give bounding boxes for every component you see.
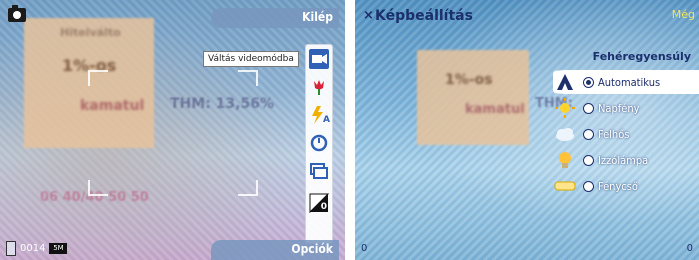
tooltip-switch-video: Váltás videomódba [203,51,299,67]
camera-toolbar: A 0 [305,44,333,244]
bg-text-4: THM: 13,56% [170,96,274,112]
blurred-card: 1%-os kamatul [417,50,529,145]
exit-softkey[interactable]: Kilép [302,10,333,24]
exposure-icon[interactable]: 0 [309,193,330,214]
option-label: Felhős [598,127,630,141]
focus-frame-corner [238,70,258,86]
memory-size-icon: 5M [49,243,68,254]
option-incandescent[interactable]: Izzólámpa [553,148,699,172]
exposure-badge: 0 [320,202,327,212]
cloud-icon [553,123,577,145]
self-timer-icon[interactable] [309,133,329,153]
option-automatic[interactable]: Automatikus [553,70,699,94]
radio-automatic[interactable] [583,76,594,88]
radio-fluorescent[interactable] [583,180,594,192]
options-softkey-bar[interactable]: Opciók [211,240,339,260]
option-label: Fénycső [598,179,638,193]
option-label: Izzólámpa [598,153,649,167]
white-balance-header: Fehéregyensúly [592,50,691,63]
focus-frame-corner [88,180,108,196]
exit-softkey-bar[interactable]: Kilép [211,8,339,28]
bg-text-3: kamatul [80,98,145,114]
status-bar: 0014 5M [6,241,68,256]
auto-wb-icon [553,71,577,93]
option-cloudy[interactable]: Felhős [553,122,699,146]
photo-counter: 0014 [20,243,46,254]
bg-text-1: Hitelválto [60,26,121,39]
corner-indicator-left: 0 [361,243,368,254]
option-label: Automatikus [598,75,661,89]
image-settings-screen: 1%-os kamatul THM: × Képbeállítás Még Fe… [355,0,699,260]
radio-cloudy[interactable] [583,128,594,140]
video-mode-icon[interactable] [309,49,329,69]
scene-tulip-icon[interactable] [309,77,329,97]
options-softkey[interactable]: Opciók [291,242,333,256]
bg-text-2: kamatul [465,102,525,117]
option-label: Napfény [598,101,640,115]
fluorescent-icon [553,175,577,197]
focus-frame-corner [88,70,108,86]
page-title: Képbeállítás [375,8,473,24]
radio-incandescent[interactable] [583,154,594,166]
radio-sunlight[interactable] [583,102,594,114]
camera-icon [8,5,26,22]
bg-text-1: 1%-os [445,72,493,88]
close-icon[interactable]: × [363,8,374,23]
option-fluorescent[interactable]: Fénycső [553,174,699,198]
option-sunlight[interactable]: Napfény [553,96,699,120]
battery-icon [6,241,16,256]
corner-indicator-right: 0 [686,243,693,254]
sequence-mode-icon[interactable] [309,161,329,181]
bulb-icon [553,149,577,171]
flash-auto-icon[interactable]: A [309,105,330,125]
sun-icon [553,97,577,119]
focus-frame-corner [238,180,258,196]
title-truncated: Még [671,8,695,21]
flash-auto-badge: A [323,115,330,125]
camera-viewfinder-screen: Hitelválto 1%-os kamatul THM: 13,56% 06 … [0,0,345,260]
